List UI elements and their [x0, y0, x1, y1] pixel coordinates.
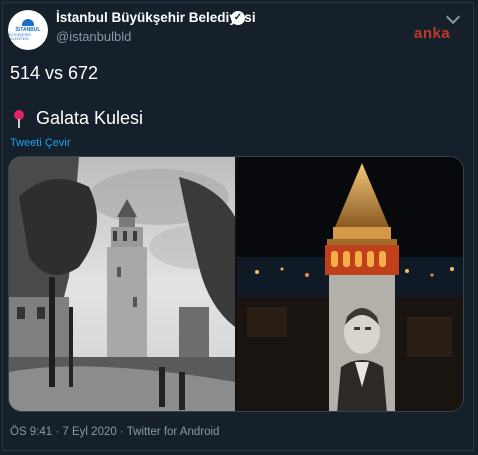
media-container[interactable] — [8, 156, 464, 412]
tweet-text-line2: Galata Kulesi — [10, 108, 143, 129]
round-pushpin-icon — [14, 109, 24, 128]
translate-tweet-link[interactable]: Tweeti Çevir — [10, 137, 71, 149]
night-photo-art — [237, 157, 463, 411]
historic-photo-art — [9, 157, 235, 411]
display-name[interactable]: İstanbul Büyükşehir Belediyesi — [56, 10, 256, 25]
verified-badge-icon: ✓ — [231, 11, 245, 25]
galata-tower-night-projection-photo[interactable] — [235, 157, 463, 411]
avatar-text-line2: BÜYÜKŞEHİR BELEDİYESİ — [8, 33, 31, 41]
tweet-text-location: Galata Kulesi — [36, 108, 144, 128]
ibb-logo-icon — [22, 19, 34, 26]
historic-galata-tower-photo[interactable] — [9, 157, 235, 411]
avatar[interactable]: İSTANBUL BÜYÜKŞEHİR BELEDİYESİ — [8, 10, 48, 50]
user-handle[interactable]: @istanbulbld — [56, 29, 131, 44]
tweet-text-line1: 514 vs 672 — [10, 63, 99, 83]
watermark-logo: anka — [414, 25, 451, 42]
tweet-timestamp-source[interactable]: ÖS 9:41 · 7 Eyl 2020 · Twitter for Andro… — [10, 426, 219, 438]
